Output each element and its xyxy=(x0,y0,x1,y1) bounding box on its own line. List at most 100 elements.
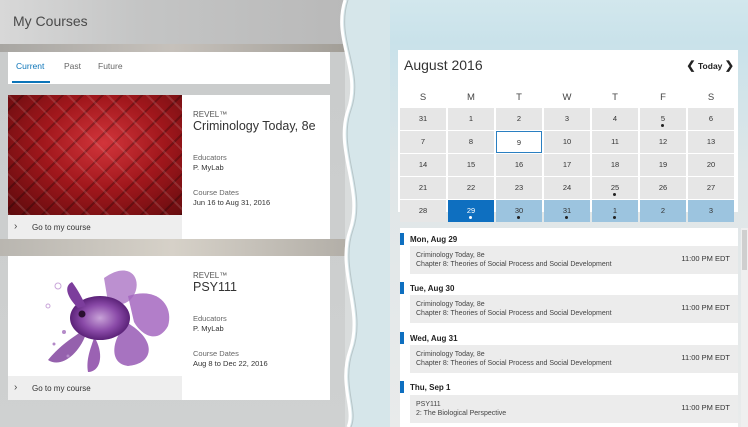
weekday-label: S xyxy=(707,92,715,103)
go-to-course-button[interactable]: › Go to my course xyxy=(8,376,182,400)
course-dates-label: Course Dates xyxy=(193,188,239,197)
event-chapter: Chapter 8: Theories of Social Process an… xyxy=(416,360,612,367)
calendar-day[interactable]: 7 xyxy=(400,131,446,153)
page-title: My Courses xyxy=(13,13,88,29)
calendar-day[interactable]: 3 xyxy=(544,108,590,130)
calendar-day[interactable]: 13 xyxy=(688,131,734,153)
tab-current[interactable]: Current xyxy=(16,61,44,71)
educators-value: P. MyLab xyxy=(193,163,224,172)
calendar-day[interactable]: 25 xyxy=(592,177,638,199)
course-dates-value: Jun 16 to Aug 31, 2016 xyxy=(193,198,271,207)
calendar-day-number: 7 xyxy=(420,137,426,146)
calendar-day[interactable]: 3 xyxy=(688,200,734,222)
course-dates-value: Aug 8 to Dec 22, 2016 xyxy=(193,359,268,368)
go-to-course-button[interactable]: › Go to my course xyxy=(8,215,182,239)
calendar-day-number: 20 xyxy=(706,160,716,169)
agenda-event[interactable]: Criminology Today, 8e Chapter 8: Theories… xyxy=(410,345,738,373)
event-indicator-dot xyxy=(613,193,616,196)
course-cover-image[interactable] xyxy=(8,256,182,376)
event-due-time: 11:00 PM EDT xyxy=(681,403,730,412)
agenda-event[interactable]: PSY111 2: The Biological Perspective 11:00… xyxy=(410,395,738,423)
event-chapter: Chapter 8: Theories of Social Process an… xyxy=(416,261,612,268)
today-button[interactable]: Today xyxy=(698,61,722,71)
calendar-day-number: 17 xyxy=(562,160,572,169)
agenda-day-marker xyxy=(400,381,404,393)
go-to-course-label: Go to my course xyxy=(32,384,91,393)
agenda-scrollbar[interactable] xyxy=(741,228,748,427)
event-indicator-dot xyxy=(565,216,568,219)
chevron-right-icon[interactable]: ❯ xyxy=(725,60,734,72)
calendar-day[interactable]: 6 xyxy=(688,108,734,130)
calendar-day[interactable]: 31 xyxy=(544,200,590,222)
agenda-event[interactable]: Criminology Today, 8e Chapter 8: Theories… xyxy=(410,295,738,323)
course-tabs: Current Past Future xyxy=(8,52,330,84)
agenda-day-label: Thu, Sep 1 xyxy=(410,383,451,392)
calendar-day-number: 3 xyxy=(708,206,714,215)
event-indicator-dot xyxy=(613,216,616,219)
calendar-day[interactable]: 24 xyxy=(544,177,590,199)
calendar-day[interactable]: 30 xyxy=(496,200,542,222)
calendar-day-number: 28 xyxy=(418,206,428,215)
event-course-name: Criminology Today, 8e xyxy=(416,301,485,308)
calendar-day[interactable]: 10 xyxy=(544,131,590,153)
my-courses-panel: My Courses Current Past Future › Go to m… xyxy=(0,0,345,427)
calendar-day[interactable]: 29 xyxy=(448,200,494,222)
calendar-navigation: ❮ Today ❯ xyxy=(686,59,734,72)
course-brand: REVEL™ xyxy=(193,271,228,280)
event-due-time: 11:00 PM EDT xyxy=(681,254,730,263)
calendar-day[interactable]: 16 xyxy=(496,154,542,176)
calendar-day-number: 31 xyxy=(562,206,572,215)
calendar-day-number: 2 xyxy=(660,206,666,215)
calendar-day[interactable]: 9 xyxy=(496,131,542,153)
calendar-day[interactable]: 20 xyxy=(688,154,734,176)
calendar-day[interactable]: 15 xyxy=(448,154,494,176)
calendar-day[interactable]: 11 xyxy=(592,131,638,153)
calendar-month-title: August 2016 xyxy=(404,57,483,73)
calendar-day[interactable]: 2 xyxy=(496,108,542,130)
calendar-day-number: 31 xyxy=(418,114,428,123)
calendar-day[interactable]: 14 xyxy=(400,154,446,176)
course-title[interactable]: PSY111 xyxy=(193,280,237,294)
calendar-day-number: 8 xyxy=(468,137,474,146)
calendar-day[interactable]: 12 xyxy=(640,131,686,153)
calendar-day[interactable]: 5 xyxy=(640,108,686,130)
agenda-day-header: Tue, Aug 30 xyxy=(400,282,738,296)
calendar-day[interactable]: 26 xyxy=(640,177,686,199)
weekday-label: F xyxy=(660,92,666,103)
calendar-day[interactable]: 1 xyxy=(448,108,494,130)
calendar-day[interactable]: 28 xyxy=(400,200,446,222)
calendar-day[interactable]: 27 xyxy=(688,177,734,199)
calendar-day[interactable]: 31 xyxy=(400,108,446,130)
calendar-day-number: 16 xyxy=(514,160,524,169)
calendar-day[interactable]: 17 xyxy=(544,154,590,176)
calendar-widget: August 2016 ❮ Today ❯ SMTWTFS 31 1 2 3 4 5 6 7 8… xyxy=(398,50,738,222)
calendar-day-number: 9 xyxy=(516,138,522,147)
event-chapter: 2: The Biological Perspective xyxy=(416,410,507,417)
calendar-day[interactable]: 19 xyxy=(640,154,686,176)
calendar-day-number: 29 xyxy=(466,206,476,215)
calendar-day[interactable]: 1 xyxy=(592,200,638,222)
calendar-day[interactable]: 18 xyxy=(592,154,638,176)
calendar-day[interactable]: 21 xyxy=(400,177,446,199)
course-cover-image[interactable] xyxy=(8,95,182,215)
calendar-day-number: 1 xyxy=(468,114,474,123)
agenda-day-label: Wed, Aug 31 xyxy=(410,334,458,343)
calendar-day-number: 21 xyxy=(418,183,428,192)
calendar-day-number: 3 xyxy=(564,114,570,123)
calendar-day[interactable]: 2 xyxy=(640,200,686,222)
go-to-course-label: Go to my course xyxy=(32,223,91,232)
course-title[interactable]: Criminology Today, 8e xyxy=(193,119,316,133)
chevron-left-icon[interactable]: ❮ xyxy=(686,60,695,72)
calendar-day-number: 14 xyxy=(418,160,428,169)
tab-past[interactable]: Past xyxy=(64,61,81,71)
tab-future[interactable]: Future xyxy=(98,61,123,71)
calendar-day[interactable]: 4 xyxy=(592,108,638,130)
my-courses-header: My Courses xyxy=(0,0,345,44)
calendar-day-number: 6 xyxy=(708,114,714,123)
calendar-day[interactable]: 23 xyxy=(496,177,542,199)
scrollbar-thumb[interactable] xyxy=(742,230,747,270)
agenda-event[interactable]: Criminology Today, 8e Chapter 8: Theories… xyxy=(410,246,738,274)
calendar-day[interactable]: 8 xyxy=(448,131,494,153)
calendar-day[interactable]: 22 xyxy=(448,177,494,199)
course-card: › Go to my course REVEL™ Criminology Tod… xyxy=(8,95,330,239)
